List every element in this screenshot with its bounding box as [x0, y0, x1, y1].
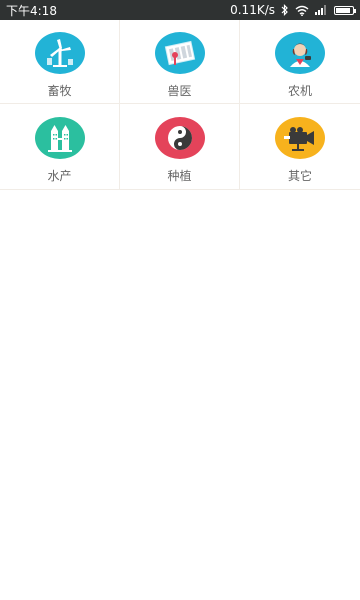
- status-time: 下午4:18: [6, 3, 57, 18]
- category-livestock[interactable]: 畜牧: [0, 20, 120, 104]
- status-bar: 下午4:18 0.11K/s: [0, 0, 360, 20]
- category-other[interactable]: 其它: [240, 104, 360, 190]
- category-aquaculture[interactable]: 水产: [0, 104, 120, 190]
- category-label: 畜牧: [47, 84, 72, 98]
- category-grid: 畜牧 兽医 农机 水产 种植 其它: [0, 20, 360, 190]
- signal-icon: [315, 5, 328, 15]
- farmer-icon: [275, 32, 325, 74]
- category-farm-machinery[interactable]: 农机: [240, 20, 360, 104]
- category-veterinary[interactable]: 兽医: [120, 20, 240, 104]
- category-label: 农机: [287, 84, 312, 98]
- windmill-icon: [34, 32, 85, 74]
- camera-icon: [275, 117, 325, 159]
- category-label: 兽医: [167, 84, 192, 98]
- yin-yang-icon: [154, 117, 205, 159]
- category-planting[interactable]: 种植: [120, 104, 240, 190]
- bluetooth-icon: [281, 4, 289, 16]
- network-speed: 0.11K/s: [230, 3, 275, 17]
- vet-tools-icon: [154, 32, 205, 74]
- category-label: 种植: [167, 169, 192, 183]
- battery-icon: [334, 5, 356, 15]
- wifi-icon: [295, 5, 309, 16]
- category-label: 水产: [47, 169, 72, 183]
- category-label: 其它: [287, 169, 312, 183]
- buildings-icon: [34, 117, 85, 159]
